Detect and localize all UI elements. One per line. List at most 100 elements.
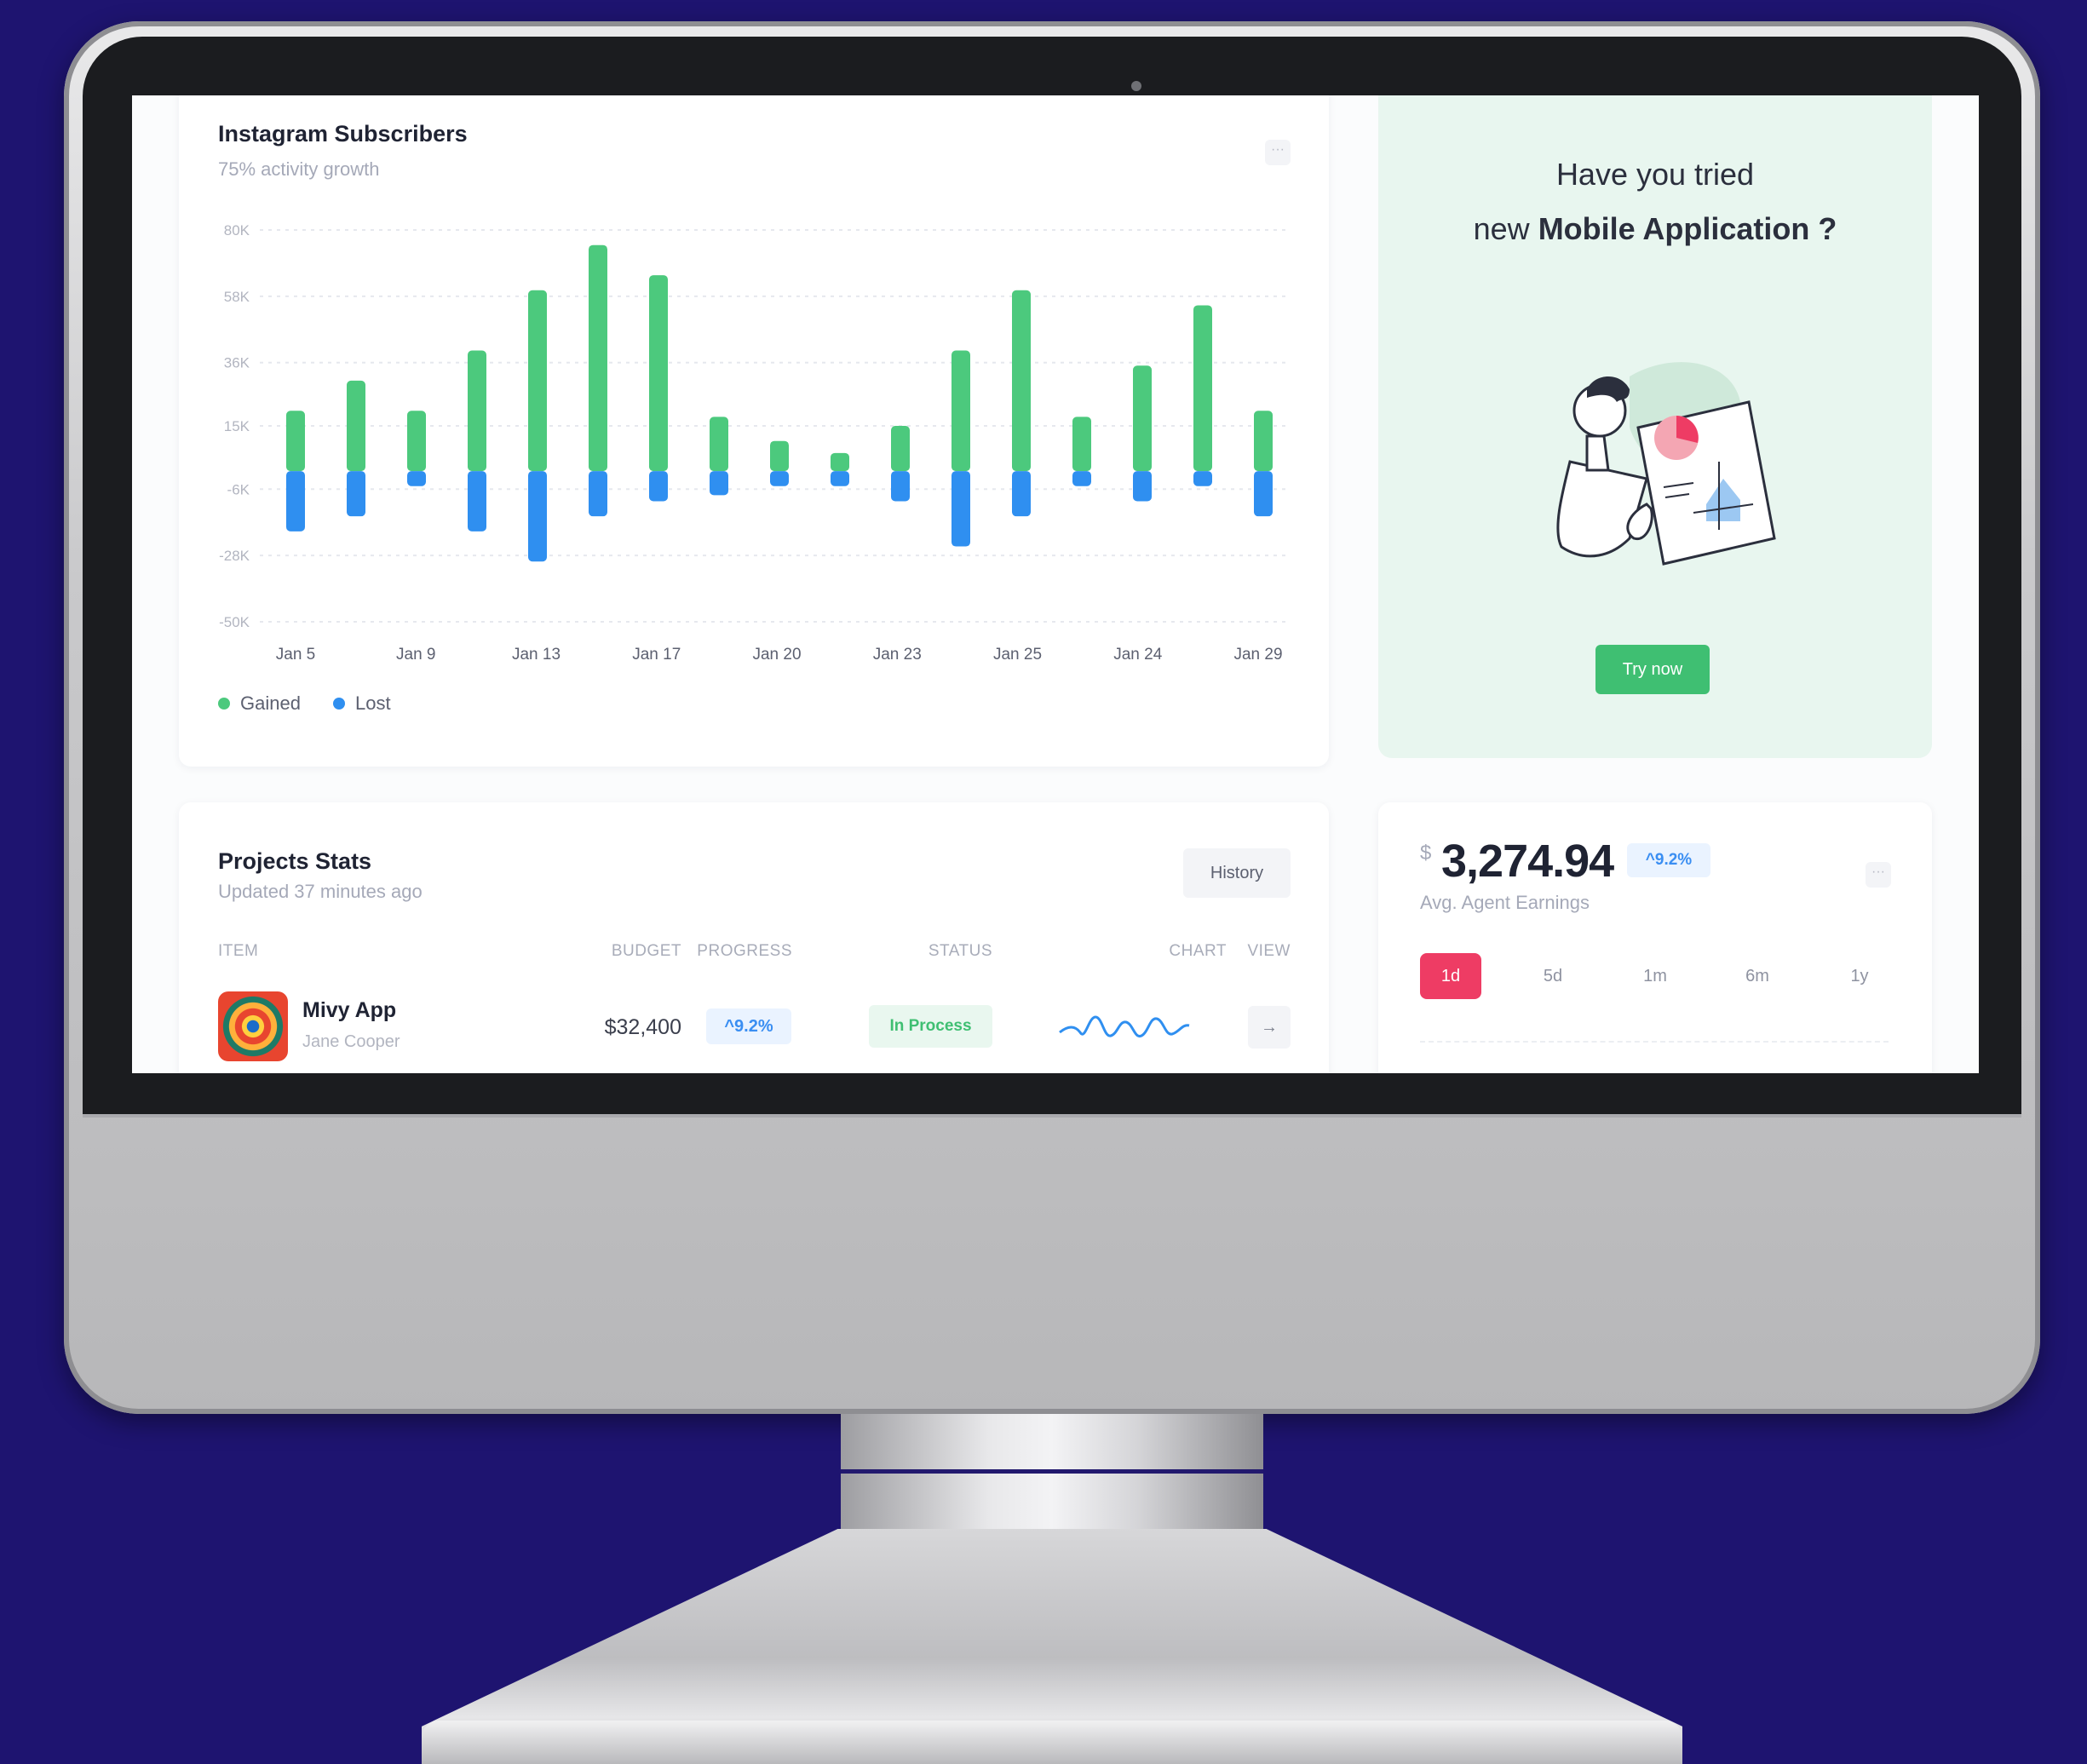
- person-with-chart-illustration: [1556, 362, 1776, 566]
- gained-bar[interactable]: [1072, 417, 1091, 472]
- y-tick-label: 36K: [224, 355, 250, 371]
- x-tick-label: Jan 29: [1233, 646, 1282, 664]
- range-tab-1d[interactable]: 1d: [1420, 953, 1481, 999]
- lost-bar[interactable]: [649, 471, 668, 502]
- arrow-up-icon: ^: [724, 1017, 735, 1036]
- earnings-change-badge: ^9.2%: [1627, 843, 1710, 877]
- gained-bar[interactable]: [649, 275, 668, 472]
- y-tick-label: -6K: [227, 481, 250, 497]
- legend-gained[interactable]: Gained: [218, 692, 301, 715]
- try-now-button[interactable]: Try now: [1595, 645, 1710, 694]
- lost-bar[interactable]: [1072, 471, 1091, 486]
- lost-bar[interactable]: [589, 471, 607, 517]
- column-header-progress: PROGRESS: [697, 942, 792, 960]
- gained-bar[interactable]: [407, 411, 426, 472]
- x-tick-label: Jan 20: [752, 646, 801, 664]
- lost-bar[interactable]: [528, 471, 547, 562]
- y-tick-label: 80K: [224, 222, 250, 238]
- range-tab-1m[interactable]: 1m: [1624, 953, 1686, 999]
- range-tab-5d[interactable]: 5d: [1522, 953, 1584, 999]
- project-owner: Jane Cooper: [302, 1032, 400, 1051]
- camera-icon: [1131, 81, 1141, 91]
- history-button[interactable]: History: [1183, 848, 1291, 898]
- progress-badge: ^9.2%: [706, 1008, 791, 1044]
- dashboard-screen: Instagram Subscribers 75% activity growt…: [132, 95, 1979, 1073]
- promo-app-name: Mobile Application ?: [1538, 211, 1837, 246]
- x-tick-label: Jan 5: [276, 646, 315, 664]
- gained-bar[interactable]: [1133, 365, 1152, 472]
- lost-bar[interactable]: [710, 471, 728, 496]
- earnings-currency: $: [1420, 842, 1432, 865]
- lost-bar[interactable]: [1133, 471, 1152, 502]
- earnings-divider: [1420, 1041, 1889, 1043]
- lost-bar[interactable]: [468, 471, 486, 531]
- subscribers-chart: 80K 58K 36K 15K -6K -28K -50K Jan 5 Jan 9 Jan 13…: [219, 222, 1291, 664]
- promo-card: Have you tried new Mobile Application ? …: [1378, 95, 1932, 758]
- legend-gained-dot: [218, 698, 230, 710]
- gained-bar[interactable]: [831, 452, 849, 472]
- lost-bar[interactable]: [891, 471, 910, 502]
- lost-bar[interactable]: [952, 471, 970, 547]
- progress-value: 9.2%: [734, 1017, 773, 1036]
- lost-bar[interactable]: [286, 471, 305, 531]
- lost-bar[interactable]: [831, 471, 849, 486]
- earnings-amount: 3,274.94: [1441, 836, 1614, 887]
- project-budget: $32,400: [604, 1015, 681, 1039]
- y-axis-ticks: 80K 58K 36K 15K -6K -28K -50K: [219, 222, 250, 630]
- chart-bars: [286, 244, 1273, 562]
- lost-bar[interactable]: [1012, 471, 1031, 517]
- gained-bar[interactable]: [468, 350, 486, 472]
- range-tab-6m[interactable]: 6m: [1727, 953, 1788, 999]
- projects-subtitle: Updated 37 minutes ago: [218, 881, 423, 902]
- gained-bar[interactable]: [1193, 305, 1212, 472]
- gained-bar[interactable]: [1254, 411, 1273, 472]
- x-tick-label: Jan 17: [632, 646, 681, 664]
- earnings-change: 9.2%: [1654, 851, 1693, 869]
- gained-bar[interactable]: [952, 350, 970, 472]
- gained-bar[interactable]: [770, 440, 789, 472]
- promo-headline: Have you tried: [1555, 157, 1755, 192]
- column-header-item: ITEM: [218, 942, 259, 960]
- legend-gained-label: Gained: [240, 692, 301, 714]
- monitor-chin-divider: [83, 1114, 2021, 1118]
- app-icon: [218, 991, 288, 1061]
- column-header-budget: BUDGET: [611, 942, 681, 960]
- y-tick-label: 58K: [224, 289, 250, 305]
- column-header-status: STATUS: [928, 942, 992, 960]
- y-tick-label: -50K: [219, 614, 250, 630]
- range-tab-1y[interactable]: 1y: [1829, 953, 1890, 999]
- lost-bar[interactable]: [1193, 471, 1212, 486]
- column-header-view: VIEW: [1247, 942, 1291, 960]
- x-tick-label: Jan 24: [1113, 646, 1162, 664]
- more-dots-icon[interactable]: ···: [1866, 862, 1891, 888]
- legend-lost[interactable]: Lost: [333, 692, 391, 715]
- gained-bar[interactable]: [347, 380, 365, 472]
- lost-bar[interactable]: [1254, 471, 1273, 517]
- y-tick-label: -28K: [219, 548, 250, 564]
- x-tick-label: Jan 25: [993, 646, 1042, 664]
- monitor-stand-edge: [422, 1721, 1682, 1764]
- gained-bar[interactable]: [891, 426, 910, 472]
- lost-bar[interactable]: [407, 471, 426, 486]
- status-badge: In Process: [869, 1005, 992, 1048]
- gained-bar[interactable]: [589, 244, 607, 472]
- lost-bar[interactable]: [770, 471, 789, 486]
- gained-bar[interactable]: [710, 417, 728, 472]
- column-header-chart: CHART: [1169, 942, 1227, 960]
- projects-title: Projects Stats: [218, 848, 372, 874]
- x-tick-label: Jan 13: [512, 646, 561, 664]
- arrow-right-icon[interactable]: →: [1248, 1006, 1291, 1049]
- gained-bar[interactable]: [286, 411, 305, 472]
- x-tick-label: Jan 23: [873, 646, 922, 664]
- arrow-up-icon: ^: [1645, 851, 1655, 869]
- legend-lost-dot: [333, 698, 345, 710]
- project-name: Mivy App: [302, 998, 397, 1022]
- lost-bar[interactable]: [347, 471, 365, 517]
- promo-prefix: new: [1473, 211, 1538, 246]
- sparkline-chart: [1059, 1015, 1190, 1038]
- monitor-stand-stripe: [841, 1469, 1263, 1474]
- gained-bar[interactable]: [1012, 290, 1031, 472]
- gained-bar[interactable]: [528, 290, 547, 472]
- x-axis-ticks: Jan 5 Jan 9 Jan 13 Jan 17 Jan 20 Jan 23 Jan 25…: [276, 646, 1283, 664]
- x-tick-label: Jan 9: [396, 646, 435, 664]
